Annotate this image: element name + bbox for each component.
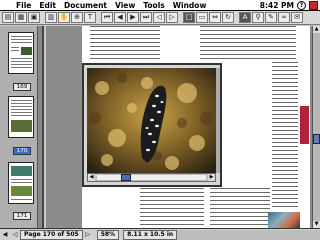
page-indicator[interactable]: Page 170 of 505	[20, 229, 83, 240]
thumbnail-label[interactable]: 169	[13, 83, 31, 91]
page-text-right-column	[272, 62, 298, 212]
scroll-left-icon[interactable]: ◀	[88, 174, 95, 181]
photo-horizontal-scrollbar[interactable]: ◀ ▶	[87, 173, 216, 182]
open-icon[interactable]: ▤	[2, 12, 14, 23]
application-menu-icon[interactable]	[309, 1, 318, 10]
rotate-icon[interactable]: ↻	[222, 12, 234, 23]
thumbnail-label[interactable]: 171	[13, 212, 31, 220]
link-icon[interactable]: ∞	[278, 12, 290, 23]
thumbnail-page[interactable]	[8, 32, 34, 74]
page-text-right-top	[200, 26, 296, 62]
next-page-icon[interactable]: ▶	[127, 12, 139, 23]
print-icon[interactable]: ▦	[15, 12, 27, 23]
page-photo-small	[268, 212, 300, 228]
prev-page-icon[interactable]: ◀	[114, 12, 126, 23]
first-page-icon[interactable]: ⏮	[101, 12, 113, 23]
first-page-icon[interactable]: ◀	[0, 230, 10, 240]
next-page-icon[interactable]: ▷	[83, 230, 93, 240]
scroll-up-icon[interactable]: ▲	[313, 26, 320, 33]
scroll-right-icon[interactable]: ▶	[208, 174, 215, 181]
clock[interactable]: 8:42 PM	[260, 1, 294, 10]
toolbar: ▤ ▦ ▣ ▥ ✋ ⊕ T ⏮ ◀ ▶ ⏭ ◁ ▷ □ ▭ ⇔ ↻ A ⚲ ✎ ∞ ✉	[0, 11, 320, 25]
document-vertical-scrollbar[interactable]: ▲ ▼	[312, 26, 320, 228]
photo-image	[87, 68, 216, 173]
save-icon[interactable]: ▣	[28, 12, 40, 23]
thumbnails-scrollbar[interactable]	[37, 26, 42, 228]
bookmark-icon[interactable]: ✎	[265, 12, 277, 23]
menu-bar: File Edit Document View Tools Window 8:4…	[0, 0, 320, 11]
find-icon[interactable]: A	[239, 12, 251, 23]
photo-viewer-window[interactable]: ◀ ▶	[82, 63, 222, 187]
page-size: 8.11 x 10.5 in	[123, 229, 178, 240]
status-bar: ◀ ◁ Page 170 of 505 ▷ 58% 8.11 x 10.5 in	[0, 228, 320, 240]
thumbnail-page[interactable]	[8, 162, 34, 204]
help-icon[interactable]: ?	[297, 1, 306, 10]
scroll-thumb[interactable]	[313, 134, 320, 144]
go-back-icon[interactable]: ◁	[153, 12, 165, 23]
page-text-left-top	[90, 26, 160, 63]
actual-size-icon[interactable]: □	[183, 12, 195, 23]
photo-vertical-scrollbar[interactable]	[216, 68, 220, 173]
page-color-tab	[300, 106, 309, 144]
page-text-left-bottom	[140, 188, 204, 228]
prev-page-icon[interactable]: ◁	[10, 230, 20, 240]
hand-tool-icon[interactable]: ✋	[58, 12, 70, 23]
last-page-icon[interactable]: ⏭	[140, 12, 152, 23]
horizontal-scrollbar[interactable]	[177, 229, 320, 240]
scroll-thumb[interactable]	[121, 174, 131, 181]
scroll-down-icon[interactable]: ▼	[313, 221, 320, 228]
scroll-track[interactable]	[97, 174, 206, 181]
menu-view[interactable]: View	[111, 1, 139, 10]
thumbnail-label-selected[interactable]: 170	[13, 147, 31, 155]
go-forward-icon[interactable]: ▷	[166, 12, 178, 23]
menu-edit[interactable]: Edit	[35, 1, 60, 10]
fit-width-icon[interactable]: ⇔	[209, 12, 221, 23]
thumbnails-pane: 169 170 171	[0, 26, 44, 228]
menu-window[interactable]: Window	[169, 1, 211, 10]
note-icon[interactable]: ✉	[291, 12, 303, 23]
nudibranch-photo	[87, 68, 216, 173]
menu-document[interactable]: Document	[60, 1, 111, 10]
select-text-icon[interactable]: T	[84, 12, 96, 23]
menu-bar-extras: 8:42 PM ?	[260, 0, 318, 11]
menu-tools[interactable]: Tools	[139, 1, 168, 10]
thumbnail-page[interactable]	[8, 96, 34, 138]
zoom-level[interactable]: 58%	[96, 229, 120, 240]
zoom-tool-icon[interactable]: ⊕	[71, 12, 83, 23]
search-icon[interactable]: ⚲	[252, 12, 264, 23]
menu-file[interactable]: File	[12, 1, 35, 10]
thumbnails-icon[interactable]: ▥	[45, 12, 57, 23]
page-text-right-bottom	[210, 188, 270, 228]
fit-page-icon[interactable]: ▭	[196, 12, 208, 23]
